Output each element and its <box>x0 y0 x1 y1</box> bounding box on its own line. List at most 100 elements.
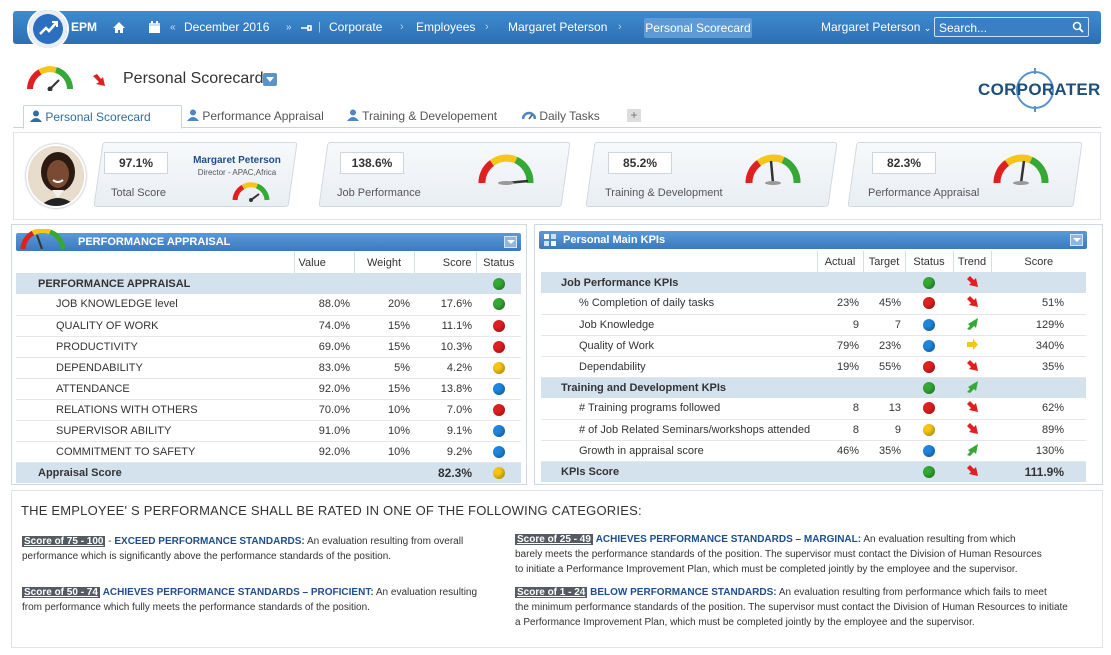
table-row[interactable]: RELATIONS WITH OTHERS 70.0% 10% 7.0% <box>16 399 521 421</box>
trend-cell <box>953 377 991 398</box>
table-row[interactable]: PRODUCTIVITY 69.0% 15% 10.3% <box>16 336 521 358</box>
red-status-icon <box>923 297 935 310</box>
kpi-row[interactable]: Job Knowledge 9 7 129% <box>541 314 1086 336</box>
tab-label: Training & Developement <box>362 109 498 123</box>
trend-down-red-icon <box>966 275 979 291</box>
tab-daily-tasks[interactable]: Daily Tasks <box>521 105 600 129</box>
home-icon[interactable] <box>112 11 126 44</box>
panel-menu-button[interactable] <box>504 236 517 248</box>
app-name[interactable]: EPM <box>71 11 97 44</box>
tab-training-development[interactable]: Training & Developement <box>347 105 497 129</box>
table-row[interactable]: QUALITY OF WORK 74.0% 15% 11.1% <box>16 315 521 337</box>
legend-item-exceed: Score of 75 - 100 - EXCEED PERFORMANCE S… <box>22 534 492 564</box>
search-icon[interactable] <box>1072 21 1084 36</box>
legend-text: An evaluation resulting from performance… <box>776 587 1047 598</box>
table-row[interactable]: COMMITMENT TO SAFETY 92.0% 10% 9.2% <box>16 441 521 463</box>
breadcrumb-corporate[interactable]: Corporate <box>329 11 382 44</box>
legend-heading: BELOW PERFORMANCE STANDARDS: <box>590 587 777 598</box>
kpi-row[interactable]: # Training programs followed 8 13 62% <box>541 398 1086 420</box>
employee-name[interactable]: Margaret Peterson <box>188 155 286 166</box>
chevron-down-icon: ⌄ <box>923 23 932 33</box>
actual-cell: 8 <box>817 419 863 441</box>
status-cell <box>905 377 953 398</box>
table-row[interactable]: DEPENDABILITY 83.0% 5% 4.2% <box>16 357 521 379</box>
target-cell: 45% <box>863 293 905 315</box>
empty-cell <box>817 272 863 293</box>
blue-status-icon <box>492 445 505 458</box>
value-cell: 69.0% <box>294 336 354 358</box>
table-row[interactable]: SUPERVISOR ABILITY 91.0% 10% 9.1% <box>16 420 521 442</box>
period-label[interactable]: December 2016 <box>184 11 269 44</box>
title-dropdown-button[interactable] <box>263 73 277 86</box>
search-input[interactable]: Search... <box>934 17 1089 37</box>
legend-text: to initiate a Performance Improvement Pl… <box>515 564 1018 575</box>
status-cell <box>905 272 953 293</box>
weight-cell: 5% <box>354 357 414 379</box>
kpi-row[interactable]: Growth in appraisal score 46% 35% 130% <box>541 440 1086 462</box>
empty-cell <box>863 377 905 398</box>
trend-down-red-icon <box>966 400 979 416</box>
kpi-group-row[interactable]: Training and Development KPIs <box>541 377 1086 398</box>
table-row[interactable]: ATTENDANCE 92.0% 15% 13.8% <box>16 378 521 400</box>
legend-text: barely meets the performance standards o… <box>515 549 1042 560</box>
pin-icon[interactable] <box>301 11 313 44</box>
table-row[interactable]: JOB KNOWLEDGE level 88.0% 20% 17.6% <box>16 294 521 316</box>
status-cell <box>905 335 953 357</box>
breadcrumb-current[interactable]: Personal Scorecard <box>644 18 752 38</box>
target-cell: 9 <box>863 419 905 441</box>
breadcrumb-employee[interactable]: Margaret Peterson <box>508 11 607 44</box>
tab-performance-appraisal[interactable]: Performance Appraisal <box>187 105 324 129</box>
legend-text: An evaluation resulting from overall <box>304 536 464 547</box>
score-cell: 7.0% <box>414 399 476 421</box>
kpi-row[interactable]: Dependability 19% 55% 35% <box>541 356 1086 378</box>
next-period-button[interactable]: » <box>286 11 292 44</box>
status-cell <box>476 378 521 400</box>
trend-down-red-icon <box>966 464 979 480</box>
empty-cell <box>354 273 414 294</box>
col-actual: Actual <box>816 251 863 272</box>
kpi-name: # of Job Related Seminars/workshops atte… <box>541 419 817 441</box>
trend-down-icon <box>92 73 106 90</box>
employee-role: Director - APAC,Africa <box>197 168 277 177</box>
status-cell <box>476 399 521 421</box>
red-status-icon <box>492 403 505 416</box>
col-score: Score <box>413 252 476 273</box>
total-score-label: Total Score <box>111 187 167 199</box>
col-weight: Weight <box>353 252 414 273</box>
status-cell <box>905 461 953 482</box>
add-tab-button[interactable]: + <box>627 109 641 122</box>
panel-title: Personal Main KPIs <box>563 234 666 246</box>
panel-title: PERFORMANCE APPRAISAL <box>78 236 231 248</box>
trend-cell <box>953 335 991 357</box>
kpi-row[interactable]: % Completion of daily tasks 23% 45% 51% <box>541 293 1086 315</box>
tab-personal-scorecard[interactable]: Personal Scorecard <box>23 105 182 129</box>
red-status-icon <box>923 360 935 373</box>
value-cell: 92.0% <box>294 441 354 463</box>
epm-logo-icon[interactable] <box>27 8 69 50</box>
col-name <box>541 251 817 272</box>
group-row[interactable]: PERFORMANCE APPRAISAL <box>16 273 521 294</box>
legend-heading: ACHIEVES PERFORMANCE STANDARDS – MARGINA… <box>595 534 862 545</box>
tab-label: Daily Tasks <box>539 109 600 123</box>
green-status-icon <box>492 277 505 290</box>
brand-name: CORPORATER <box>978 80 1101 99</box>
value-cell: 83.0% <box>294 357 354 379</box>
score-badge: Score of 50 - 74 <box>22 587 100 598</box>
score-cell: 51% <box>991 293 1086 315</box>
user-menu[interactable]: Margaret Peterson ⌄ <box>821 11 931 44</box>
score-cell: 130% <box>991 440 1086 462</box>
panel-menu-button[interactable] <box>1070 234 1083 246</box>
previous-period-button[interactable]: « <box>170 11 176 44</box>
green-status-icon <box>923 465 935 478</box>
yellow-status-icon <box>492 466 505 479</box>
score-cell: 11.1% <box>414 315 476 337</box>
kpi-group-row[interactable]: Job Performance KPIs <box>541 272 1086 293</box>
col-score: Score <box>990 251 1086 272</box>
breadcrumb-employees[interactable]: Employees <box>416 11 475 44</box>
kpi-row[interactable]: # of Job Related Seminars/workshops atte… <box>541 419 1086 441</box>
trend-down-red-icon <box>966 359 979 375</box>
calendar-icon[interactable] <box>148 11 161 44</box>
appraisal-table: Value Weight Score Status PERFORMANCE AP… <box>16 252 521 483</box>
actual-cell: 9 <box>817 314 863 336</box>
kpi-row[interactable]: Quality of Work 79% 23% 340% <box>541 335 1086 357</box>
